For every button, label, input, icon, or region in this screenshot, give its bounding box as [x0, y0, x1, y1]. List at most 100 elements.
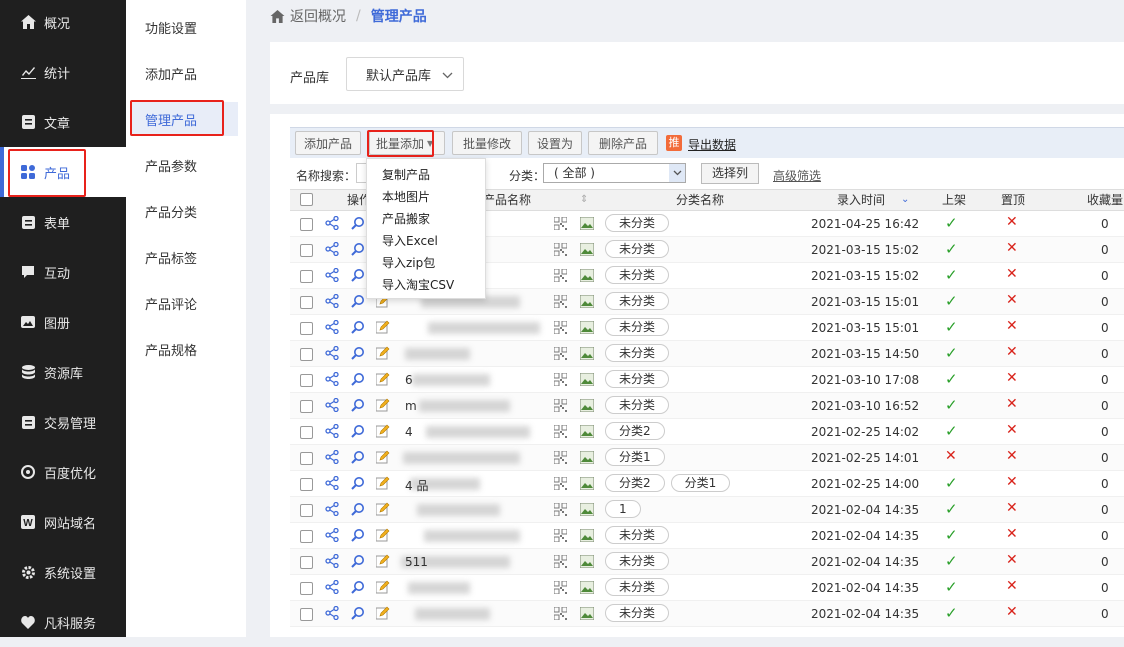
share-icon[interactable] [325, 345, 339, 363]
row-checkbox[interactable] [300, 348, 313, 361]
library-select[interactable]: 默认产品库 [346, 57, 464, 91]
batch-edit-button[interactable]: 批量修改 [452, 131, 522, 155]
table-row[interactable]: 4 分类2 2021-02-25 14:02 ✓ ✕ 0 [290, 419, 1124, 445]
edit-icon[interactable] [375, 580, 390, 597]
row-checkbox[interactable] [300, 556, 313, 569]
qrcode-icon[interactable] [553, 450, 568, 467]
cross-icon[interactable]: ✕ [1006, 578, 1018, 594]
row-checkbox[interactable] [300, 478, 313, 491]
image-icon[interactable] [579, 242, 595, 259]
image-icon[interactable] [579, 294, 595, 311]
qrcode-icon[interactable] [553, 346, 568, 363]
row-checkbox[interactable] [300, 400, 313, 413]
cross-icon[interactable]: ✕ [1006, 526, 1018, 542]
checkmark-icon[interactable]: ✓ [945, 552, 958, 570]
share-icon[interactable] [325, 397, 339, 415]
product-name[interactable]: 511 [405, 555, 428, 569]
checkmark-icon[interactable]: ✓ [945, 500, 958, 518]
image-icon[interactable] [579, 528, 595, 545]
search-icon[interactable] [351, 372, 365, 389]
edit-icon[interactable] [375, 528, 390, 545]
checkmark-icon[interactable]: ✓ [945, 474, 958, 492]
qrcode-icon[interactable] [553, 424, 568, 441]
table-row[interactable]: 未分类 2021-02-04 14:35 ✓ ✕ 0 [290, 523, 1124, 549]
edit-icon[interactable] [375, 346, 390, 363]
subnav-item-specs[interactable]: 产品规格 [126, 332, 236, 366]
search-icon[interactable] [351, 424, 365, 441]
dropdown-local-images[interactable]: 本地图片 [382, 186, 430, 208]
search-icon[interactable] [351, 476, 365, 493]
select-columns-button[interactable]: 选择列 [701, 163, 759, 184]
qrcode-icon[interactable] [553, 476, 568, 493]
checkmark-icon[interactable]: ✓ [945, 396, 958, 414]
image-icon[interactable] [579, 346, 595, 363]
qrcode-icon[interactable] [553, 242, 568, 259]
nav-item-trade[interactable]: 交易管理 [0, 397, 126, 447]
nav-item-seo[interactable]: 百度优化 [0, 447, 126, 497]
checkmark-icon[interactable]: ✓ [945, 422, 958, 440]
dropdown-copy-product[interactable]: 复制产品 [382, 164, 430, 186]
cross-icon[interactable]: ✕ [1006, 604, 1018, 620]
image-icon[interactable] [579, 580, 595, 597]
share-icon[interactable] [325, 605, 339, 623]
edit-icon[interactable] [375, 398, 390, 415]
share-icon[interactable] [325, 319, 339, 337]
cross-icon[interactable]: ✕ [1006, 500, 1018, 516]
search-icon[interactable] [351, 320, 365, 337]
row-checkbox[interactable] [300, 504, 313, 517]
checkmark-icon[interactable]: ✓ [945, 240, 958, 258]
search-icon[interactable] [351, 268, 365, 285]
cross-icon[interactable]: ✕ [1006, 214, 1018, 230]
cross-icon[interactable]: ✕ [1006, 292, 1018, 308]
row-checkbox[interactable] [300, 244, 313, 257]
row-checkbox[interactable] [300, 270, 313, 283]
nav-item-album[interactable]: 图册 [0, 297, 126, 347]
subnav-item-reviews[interactable]: 产品评论 [126, 286, 236, 320]
nav-item-forms[interactable]: 表单 [0, 197, 126, 247]
dropdown-import-taobao-csv[interactable]: 导入淘宝CSV [382, 274, 454, 296]
row-checkbox[interactable] [300, 218, 313, 231]
row-checkbox[interactable] [300, 322, 313, 335]
share-icon[interactable] [325, 501, 339, 519]
product-name[interactable]: 4 [405, 425, 413, 439]
cross-icon[interactable]: ✕ [1006, 474, 1018, 490]
edit-icon[interactable] [375, 450, 390, 467]
cross-icon[interactable]: ✕ [1006, 552, 1018, 568]
image-icon[interactable] [579, 502, 595, 519]
edit-icon[interactable] [375, 476, 390, 493]
nav-item-domain[interactable]: W 网站域名 [0, 497, 126, 547]
checkmark-icon[interactable]: ✓ [945, 266, 958, 284]
delete-product-button[interactable]: 删除产品 [588, 131, 658, 155]
image-icon[interactable] [579, 424, 595, 441]
sort-icon[interactable]: ⇕ [580, 190, 588, 210]
share-icon[interactable] [325, 241, 339, 259]
qrcode-icon[interactable] [553, 554, 568, 571]
share-icon[interactable] [325, 449, 339, 467]
subnav-item-params[interactable]: 产品参数 [126, 148, 236, 182]
cross-icon[interactable]: ✕ [1006, 396, 1018, 412]
search-icon[interactable] [351, 294, 365, 311]
table-row[interactable]: 未分类 2021-03-15 14:50 ✓ ✕ 0 [290, 341, 1124, 367]
dropdown-import-excel[interactable]: 导入Excel [382, 230, 438, 252]
advanced-filter-link[interactable]: 高级筛选 [773, 167, 821, 184]
edit-icon[interactable] [375, 554, 390, 571]
search-icon[interactable] [351, 528, 365, 545]
cross-icon[interactable]: ✕ [945, 448, 957, 464]
share-icon[interactable] [325, 267, 339, 285]
row-checkbox[interactable] [300, 530, 313, 543]
row-checkbox[interactable] [300, 452, 313, 465]
cross-icon[interactable]: ✕ [1006, 266, 1018, 282]
image-icon[interactable] [579, 554, 595, 571]
cross-icon[interactable]: ✕ [1006, 448, 1018, 464]
checkmark-icon[interactable]: ✓ [945, 318, 958, 336]
row-checkbox[interactable] [300, 608, 313, 621]
qrcode-icon[interactable] [553, 268, 568, 285]
col-favorites[interactable]: 收藏量 [1087, 190, 1123, 210]
cross-icon[interactable]: ✕ [1006, 318, 1018, 334]
table-row[interactable]: 6 未分类 2021-03-10 17:08 ✓ ✕ 0 [290, 367, 1124, 393]
cross-icon[interactable]: ✕ [1006, 422, 1018, 438]
checkmark-icon[interactable]: ✓ [945, 370, 958, 388]
image-icon[interactable] [579, 476, 595, 493]
share-icon[interactable] [325, 579, 339, 597]
search-icon[interactable] [351, 450, 365, 467]
